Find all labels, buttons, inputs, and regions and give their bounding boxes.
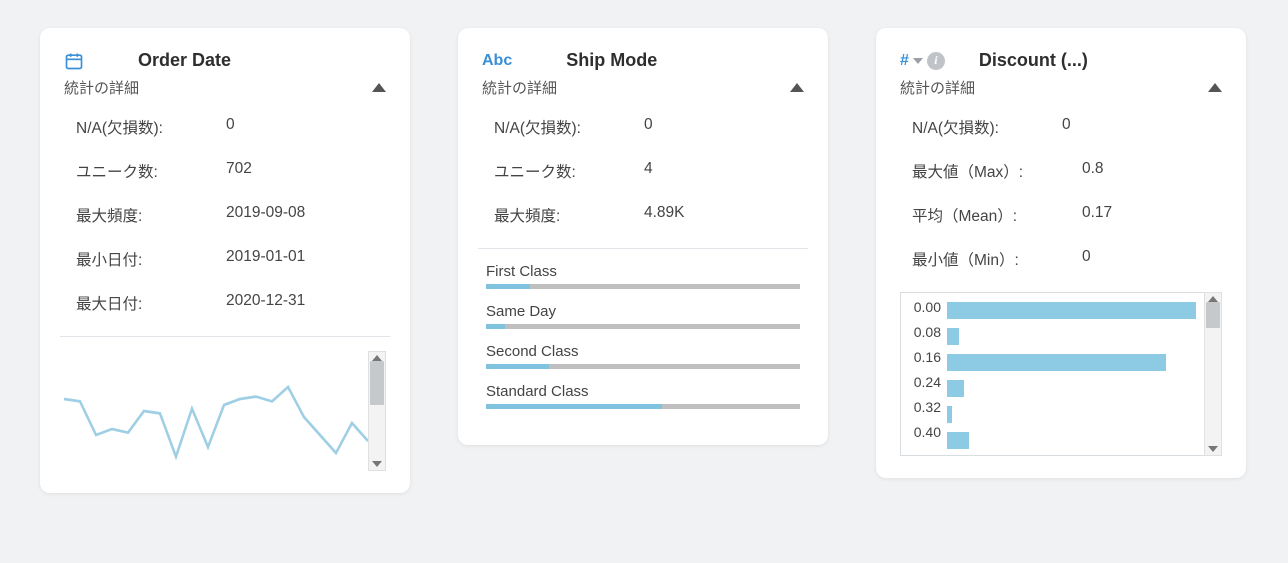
scroll-thumb[interactable]: [1206, 302, 1220, 328]
card-title: Order Date: [138, 50, 386, 71]
sparkline-svg: [64, 351, 368, 471]
bar-fill: [486, 404, 662, 409]
divider: [60, 336, 390, 337]
stat-row: N/A(欠損数):0: [494, 116, 798, 138]
stats-block: N/A(欠損数):0 ユニーク数:702 最大頻度:2019-09-08 最小日…: [64, 116, 386, 314]
hist-bar: [947, 302, 1196, 319]
bar-fill: [486, 324, 505, 329]
stat-row: 最小値（Min）:0: [912, 248, 1216, 270]
bar-block: Same Day: [482, 303, 804, 329]
stat-row: 最大頻度:4.89K: [494, 204, 798, 226]
hist-bar: [947, 354, 1166, 371]
bar-track: [486, 364, 800, 369]
scroll-thumb[interactable]: [370, 361, 384, 405]
chevron-up-icon: [790, 83, 804, 92]
stat-row: 最小日付:2019-01-01: [76, 248, 380, 270]
stats-block: N/A(欠損数):0 ユニーク数:4 最大頻度:4.89K: [482, 116, 804, 226]
bar-label: Standard Class: [486, 383, 800, 400]
chevron-up-icon: [1208, 83, 1222, 92]
stat-row: N/A(欠損数):0: [76, 116, 380, 138]
hist-y-label: 0.24: [905, 374, 941, 390]
stat-row: 平均（Mean）:0.17: [912, 204, 1216, 226]
chevron-up-icon: [372, 83, 386, 92]
histogram-y-labels: 0.00 0.08 0.16 0.24 0.32 0.40: [905, 299, 947, 440]
hist-bar: [947, 432, 969, 449]
card-header: Order Date: [64, 50, 386, 71]
stats-toggle-label: 統計の詳細: [482, 77, 557, 98]
bar-block: Second Class: [482, 343, 804, 369]
stats-toggle-label: 統計の詳細: [64, 77, 139, 98]
bar-track: [486, 284, 800, 289]
stats-toggle[interactable]: 統計の詳細: [482, 77, 804, 98]
stats-toggle[interactable]: 統計の詳細: [64, 77, 386, 98]
bar-track: [486, 404, 800, 409]
scroll-down-icon[interactable]: [372, 461, 382, 467]
column-card-discount: # i Discount (...) 統計の詳細 N/A(欠損数):0 最大値（…: [876, 28, 1246, 478]
bar-block: Standard Class: [482, 383, 804, 409]
column-card-ship-mode: Abc Ship Mode 統計の詳細 N/A(欠損数):0 ユニーク数:4 最…: [458, 28, 828, 445]
stat-row: 最大日付:2020-12-31: [76, 292, 380, 314]
bar-track: [486, 324, 800, 329]
stats-toggle[interactable]: 統計の詳細: [900, 77, 1222, 98]
chevron-down-icon[interactable]: [913, 58, 923, 64]
calendar-icon: [64, 51, 84, 71]
bar-block: First Class: [482, 263, 804, 289]
hist-bar: [947, 380, 964, 397]
stat-row: ユニーク数:4: [494, 160, 798, 182]
bar-label: First Class: [486, 263, 800, 280]
hist-bar: [947, 328, 959, 345]
divider: [478, 248, 808, 249]
stats-toggle-label: 統計の詳細: [900, 77, 975, 98]
hist-y-label: 0.00: [905, 299, 941, 315]
bar-fill: [486, 284, 530, 289]
histogram-area: 0.00 0.08 0.16 0.24 0.32 0.40: [900, 292, 1222, 456]
column-card-order-date: Order Date 統計の詳細 N/A(欠損数):0 ユニーク数:702 最大…: [40, 28, 410, 493]
card-header: # i Discount (...): [900, 50, 1222, 71]
histogram-bars: [947, 299, 1196, 449]
bar-fill: [486, 364, 549, 369]
stats-block: N/A(欠損数):0 最大値（Max）:0.8 平均（Mean）:0.17 最小…: [900, 116, 1222, 270]
vertical-scrollbar[interactable]: [368, 351, 386, 471]
hist-y-label: 0.08: [905, 324, 941, 340]
category-bars: First Class Same Day Second Class Standard …: [482, 263, 804, 409]
bar-label: Same Day: [486, 303, 800, 320]
hist-bar: [947, 406, 952, 423]
vertical-scrollbar[interactable]: [1204, 292, 1222, 456]
hist-y-label: 0.16: [905, 349, 941, 365]
scroll-down-icon[interactable]: [1208, 446, 1218, 452]
hist-y-label: 0.32: [905, 399, 941, 415]
card-header: Abc Ship Mode: [482, 50, 804, 71]
info-icon[interactable]: i: [927, 52, 945, 70]
hist-y-label: 0.40: [905, 424, 941, 440]
stat-row: 最大頻度:2019-09-08: [76, 204, 380, 226]
sparkline-area: [64, 351, 386, 471]
stat-row: N/A(欠損数):0: [912, 116, 1216, 138]
bar-label: Second Class: [486, 343, 800, 360]
card-title: Ship Mode: [566, 50, 804, 71]
number-type-icon: # i: [900, 52, 945, 70]
text-type-icon: Abc: [482, 52, 512, 70]
stat-row: 最大値（Max）:0.8: [912, 160, 1216, 182]
stat-row: ユニーク数:702: [76, 160, 380, 182]
card-title: Discount (...): [979, 50, 1222, 71]
